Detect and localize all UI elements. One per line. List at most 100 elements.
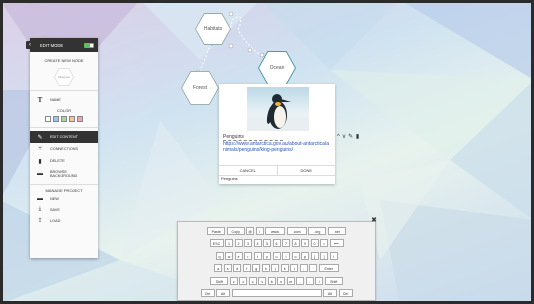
editor-toolbar[interactable]: ^ v ✎ ▮ (337, 133, 360, 140)
new-project-button[interactable]: ▬ NEW (30, 193, 98, 204)
collapse-panel-button[interactable]: ‹ (26, 41, 34, 49)
key[interactable]: o (291, 251, 300, 260)
space-key[interactable] (231, 289, 322, 297)
pencil-icon: ✎ (37, 134, 43, 141)
key[interactable]: u (272, 251, 281, 260)
color-swatch[interactable] (53, 116, 59, 122)
key[interactable]: t (253, 251, 262, 260)
key[interactable]: = (320, 239, 328, 247)
edit-content-button[interactable]: ✎ EDIT CONTENT (30, 131, 98, 143)
download-icon: ⤓ (38, 206, 42, 212)
edit-mode-toggle[interactable] (84, 42, 94, 48)
key[interactable]: s (223, 264, 232, 272)
key[interactable]: ' (309, 264, 318, 272)
key[interactable]: e (234, 251, 243, 260)
key[interactable]: q (215, 251, 224, 260)
key[interactable]: .org (308, 226, 327, 235)
key[interactable]: Copy (226, 226, 245, 235)
key[interactable]: x (239, 276, 248, 285)
trash-icon: ▮ (38, 158, 42, 165)
key[interactable]: .net (327, 226, 346, 235)
key[interactable]: b (267, 276, 276, 285)
cancel-button[interactable]: CANCEL (219, 166, 277, 175)
key[interactable]: 4 (253, 239, 262, 247)
color-swatch[interactable] (77, 116, 83, 122)
key[interactable]: . (305, 276, 314, 285)
key[interactable]: i (282, 251, 290, 260)
node-ocean-label: Ocean (269, 65, 285, 71)
key[interactable]: / (315, 276, 324, 285)
browse-background-button[interactable]: ▬ BROWSE BACKGROUND (30, 167, 98, 181)
key[interactable]: 2 (234, 239, 243, 247)
key[interactable]: j (271, 264, 280, 272)
key[interactable]: / (255, 226, 264, 235)
key[interactable]: a (214, 264, 223, 272)
load-project-button[interactable]: ⇪ LOAD (30, 215, 98, 226)
shift-key[interactable]: Shift (324, 276, 343, 285)
key[interactable]: [ (310, 251, 319, 260)
key[interactable]: n (277, 276, 286, 285)
key[interactable]: , (296, 276, 305, 285)
content-link[interactable]: https://www.antarctica.gov.au/about-anta… (223, 141, 331, 153)
alt-key[interactable]: Alt (216, 289, 230, 297)
key[interactable]: c (248, 276, 257, 285)
keyboard-row-modifiers: Ctrl Alt Alt Ctrl (178, 289, 375, 297)
key[interactable]: 3 (244, 239, 252, 247)
load-label: LOAD (50, 218, 61, 223)
content-editor[interactable]: Penguins https://www.antarctica.gov.au/a… (223, 134, 331, 153)
backspace-key[interactable]: ⟵ (329, 239, 344, 247)
color-swatch[interactable] (69, 116, 75, 122)
key[interactable]: r (244, 251, 252, 260)
key[interactable]: Paste (207, 226, 226, 235)
key[interactable]: 5 (263, 239, 271, 247)
key[interactable]: 0 (310, 239, 319, 247)
key[interactable]: f (242, 264, 251, 272)
connections-button[interactable]: ⑂ CONNECTIONS (30, 143, 98, 155)
key[interactable]: 8 (291, 239, 300, 247)
ctrl-key[interactable]: Ctrl (200, 289, 215, 297)
key[interactable]: l (290, 264, 299, 272)
key[interactable]: y (263, 251, 271, 260)
key[interactable]: @ (246, 226, 255, 235)
color-swatch[interactable] (61, 116, 67, 122)
color-swatch[interactable] (45, 116, 51, 122)
save-label: SAVE (50, 207, 60, 212)
keyboard-row-home: a s d f g h j k l ; ' Enter (178, 264, 375, 272)
key[interactable]: z (229, 276, 238, 285)
enter-key[interactable]: Enter (318, 264, 339, 272)
key[interactable]: ] (320, 251, 328, 260)
key[interactable]: \ (329, 251, 338, 260)
editor-toolbar-icons[interactable]: ^ v ✎ ▮ (337, 134, 360, 140)
alt-key[interactable]: Alt (323, 289, 337, 297)
done-button[interactable]: DONE (276, 166, 336, 175)
new-node-drag-handle[interactable]: Drag me (54, 68, 74, 86)
key[interactable]: h (261, 264, 270, 272)
close-keyboard-icon[interactable]: ✖ (371, 216, 377, 224)
name-tool[interactable]: T NAME (30, 94, 98, 106)
key[interactable]: 9 (301, 239, 309, 247)
key[interactable]: w (225, 251, 233, 260)
delete-button[interactable]: ▮ DELETE (30, 155, 98, 167)
key[interactable]: g (252, 264, 261, 272)
key[interactable]: k (280, 264, 289, 272)
key[interactable]: v (258, 276, 267, 285)
key[interactable]: ESC (209, 239, 224, 247)
key[interactable]: d (233, 264, 242, 272)
ctrl-key[interactable]: Ctrl (338, 289, 353, 297)
key[interactable]: 7 (282, 239, 290, 247)
node-forest-label: Forest (192, 85, 208, 91)
key[interactable]: www. (265, 226, 286, 235)
save-project-button[interactable]: ⤓ SAVE (30, 204, 98, 215)
shift-key[interactable]: Shift (210, 276, 229, 285)
keyboard-row-bottom-letters: Shift z x c v b n m , . / Shift (178, 276, 375, 285)
color-title: COLOR (56, 108, 72, 113)
key[interactable]: p (301, 251, 309, 260)
key[interactable]: ; (299, 264, 308, 272)
key[interactable]: .com (286, 226, 307, 235)
key[interactable]: 6 (272, 239, 281, 247)
key[interactable]: 1 (225, 239, 233, 247)
key[interactable]: m (286, 276, 295, 285)
on-screen-keyboard: ✖ Paste Copy @ / www. .com .org .net ESC… (177, 217, 377, 301)
content-title[interactable]: Penguins (223, 134, 283, 141)
new-label: NEW (50, 196, 59, 201)
